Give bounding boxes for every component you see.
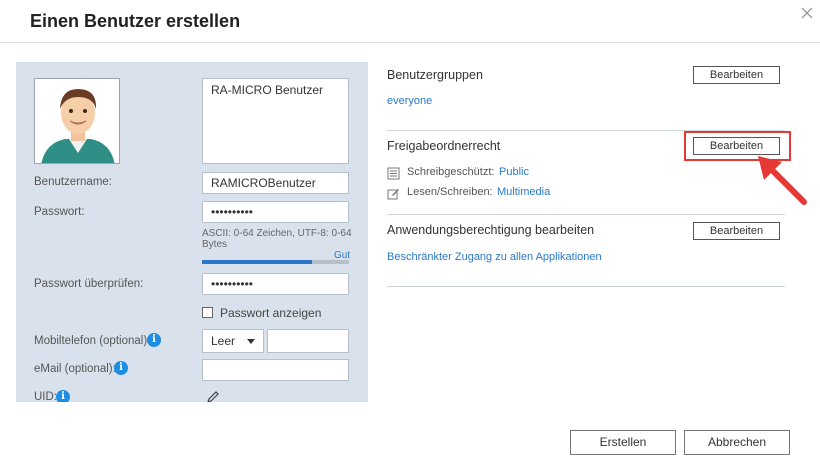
- pointer-arrow-icon: [758, 156, 807, 205]
- mobile-select-value: Leer: [211, 334, 236, 348]
- title-separator: [0, 42, 820, 43]
- close-icon[interactable]: [800, 6, 814, 20]
- confirm-password-input[interactable]: ••••••••••: [202, 273, 349, 295]
- confirm-password-label: Passwort überprüfen:: [34, 278, 144, 290]
- mobile-country-select[interactable]: Leer: [202, 329, 264, 353]
- username-input[interactable]: RAMICROBenutzer: [202, 172, 349, 194]
- readwrite-value[interactable]: Multimedia: [497, 186, 550, 198]
- mobile-info-icon[interactable]: i: [147, 333, 161, 347]
- show-password-label: Passwort anzeigen: [220, 306, 322, 320]
- password-label: Passwort:: [34, 206, 85, 218]
- edit-document-icon: [387, 189, 399, 200]
- dialog-title: Einen Benutzer erstellen: [30, 11, 241, 31]
- edit-icon[interactable]: [206, 390, 220, 402]
- cancel-button[interactable]: Abbrechen: [684, 430, 790, 455]
- readonly-label: Schreibgeschützt:: [407, 166, 495, 178]
- chevron-down-icon: [247, 339, 255, 344]
- user-groups-title: Benutzergruppen: [387, 68, 483, 82]
- share-permissions-title: Freigabeordnerrecht: [387, 139, 501, 153]
- email-label: eMail (optional):: [34, 363, 116, 375]
- app-permissions-title: Anwendungsberechtigung bearbeiten: [387, 223, 595, 237]
- email-info-icon[interactable]: i: [114, 361, 128, 375]
- password-input[interactable]: ••••••••••: [202, 201, 349, 223]
- password-hint: ASCII: 0-64 Zeichen, UTF-8: 0-64 Bytes: [202, 228, 352, 250]
- username-label: Benutzername:: [34, 176, 112, 188]
- password-strength-bar: [202, 260, 349, 264]
- edit-user-groups-button[interactable]: Bearbeiten: [693, 66, 780, 84]
- section-divider: [387, 214, 785, 215]
- user-groups-value[interactable]: everyone: [387, 95, 432, 107]
- create-user-dialog: Einen Benutzer erstellen RA-MICRO Benutz…: [0, 0, 820, 476]
- user-details-panel: RA-MICRO Benutzer Benutzername: RAMICROB…: [16, 62, 368, 402]
- document-icon: [387, 167, 400, 180]
- uid-label: UID:: [34, 391, 57, 402]
- uid-info-icon[interactable]: i: [56, 390, 70, 402]
- description-field[interactable]: RA-MICRO Benutzer: [202, 78, 349, 164]
- edit-app-permissions-button[interactable]: Bearbeiten: [693, 222, 780, 240]
- readonly-value[interactable]: Public: [499, 166, 529, 178]
- readwrite-label: Lesen/Schreiben:: [407, 186, 493, 198]
- mobile-number-input[interactable]: [267, 329, 349, 353]
- section-divider: [387, 286, 785, 287]
- app-permissions-value[interactable]: Beschränkter Zugang zu allen Applikation…: [387, 251, 602, 263]
- show-password-checkbox[interactable]: [202, 307, 213, 318]
- avatar[interactable]: [34, 78, 120, 164]
- create-button[interactable]: Erstellen: [570, 430, 676, 455]
- mobile-label: Mobiltelefon (optional):: [34, 335, 151, 347]
- password-strength-fill: [202, 260, 313, 264]
- user-avatar-icon: [35, 79, 119, 163]
- email-input[interactable]: [202, 359, 349, 381]
